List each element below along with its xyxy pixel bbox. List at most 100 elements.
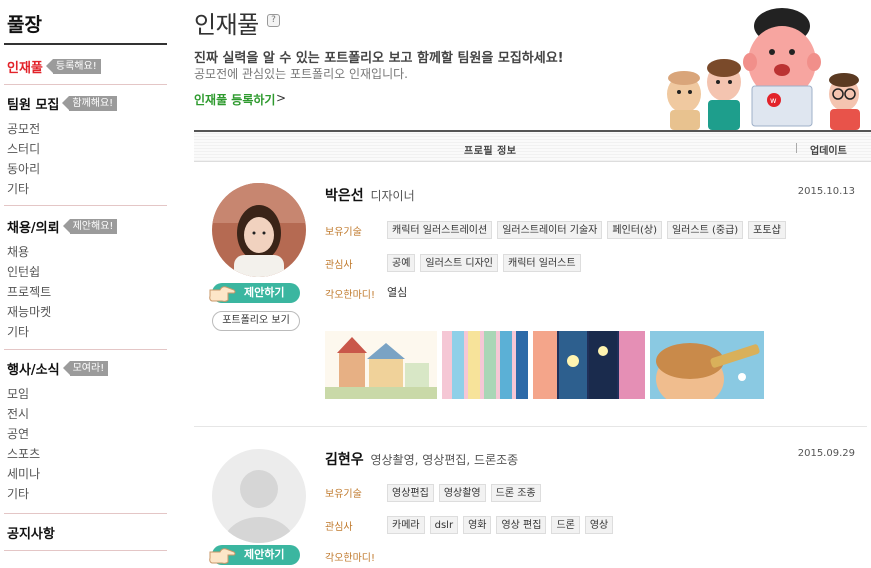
profile-role: 영상촬영, 영상편집, 드론조종 [370,453,519,467]
sidebar-section-label[interactable]: 팀원 모집 [7,94,59,113]
propose-button[interactable]: 제안하기 [209,283,300,303]
sidebar-divider [4,205,167,206]
profile-date: 2015.10.13 [797,186,855,197]
motto-label: 각오한마디! [325,553,376,564]
interest-tag: 영상 편집 [496,516,547,534]
sidebar-item[interactable]: 공모전 [7,119,117,139]
sidebar-featured-tag: 등록해요! [45,58,101,74]
sidebar-title: 풀장 [7,14,42,36]
sidebar-item[interactable]: 스포츠 [7,444,108,464]
register-talent-link[interactable]: 인재풀 등록하기 [194,91,275,108]
sidebar-item-notice[interactable]: 공지사항 [7,523,55,542]
sidebar-divider [4,550,167,551]
profile-role: 디자이너 [370,189,415,203]
profile-avatar [212,183,306,277]
portfolio-thumbnail[interactable] [650,331,764,399]
skills-tags: 캐릭터 일러스트레이션 일러스트레이터 기술자 페인터(상) 일러스트 (중급)… [387,221,786,239]
default-avatar-icon [212,449,306,543]
sidebar-item[interactable]: 모임 [7,384,108,404]
profile-name-row: 김현우 영상촬영, 영상편집, 드론조종 [325,449,518,469]
sidebar-item[interactable]: 기타 [7,179,117,199]
motto-text: 열심 [387,286,408,299]
page-title: 인재풀 [194,11,259,39]
propose-button-label: 제안하기 [244,548,285,561]
sidebar-item[interactable]: 채용 [7,242,117,262]
sidebar-item[interactable]: 기타 [7,322,117,342]
sidebar-section-tag: 함께해요! [62,95,118,111]
profile-card: 제안하기 김현우 영상촬영, 영상편집, 드론조종 2015.09.29 보유기… [194,427,871,568]
skill-tag: 영상편집 [387,484,434,502]
sidebar-item[interactable]: 세미나 [7,464,108,484]
sidebar-item[interactable]: 기타 [7,484,108,504]
skills-tags: 영상편집 영상촬영 드론 조종 [387,484,541,502]
sidebar-section-label[interactable]: 채용/의뢰 [7,217,60,236]
interests-tags: 카메라 dslr 영화 영상 편집 드론 영상 [387,516,614,534]
intro-headline: 진짜 실력을 알 수 있는 포트폴리오 보고 함께할 팀원을 모집하세요! [194,51,564,66]
profile-name-row: 박은선 디자이너 [325,185,415,205]
interest-tag: dslr [429,516,459,534]
skill-tag: 일러스트 (중급) [666,221,744,239]
sidebar-divider [4,349,167,350]
sidebar-section-label[interactable]: 행사/소식 [7,359,60,378]
interest-tag: 캐릭터 일러스트 [503,254,581,272]
register-arrow-icon: > [276,91,287,105]
intro-subtext: 공모전에 관심있는 포트폴리오 인재입니다. [194,67,408,81]
help-icon[interactable]: ? [267,14,280,27]
pointing-hand-icon [209,286,236,302]
interest-tag: 드론 [551,516,580,534]
column-updated[interactable]: 업데이트 [810,142,847,157]
sidebar-section-events: 행사/소식 모여라! 모임 전시 공연 스포츠 세미나 기타 [7,358,109,504]
interests-label: 관심사 [325,522,353,533]
sidebar: 풀장 인재풀 등록해요! 팀원 모집 함께해요! 공모전 스터디 동아리 기타 … [0,0,170,568]
sidebar-item[interactable]: 동아리 [7,159,117,179]
portfolio-thumbnail[interactable] [325,331,437,399]
list-header: 프로필 정보 업데이트 [194,130,871,162]
sidebar-item[interactable]: 공연 [7,424,108,444]
characters-illustration: w [667,8,860,130]
column-profile-info: 프로필 정보 [464,146,517,157]
sidebar-section-tag: 모여라! [62,360,109,376]
skill-tag: 포토샵 [748,221,786,239]
interest-tag: 영상 [584,516,614,534]
view-portfolio-button[interactable]: 포트폴리오 보기 [212,311,300,331]
column-divider [796,143,797,153]
sidebar-divider [4,84,167,85]
portfolio-thumbnail[interactable] [442,331,528,399]
propose-button[interactable]: 제안하기 [209,545,300,565]
interests-label: 관심사 [325,260,353,271]
sidebar-item[interactable]: 프로젝트 [7,282,117,302]
profile-card: 제안하기 포트폴리오 보기 박은선 디자이너 2015.10.13 보유기술 캐… [194,162,871,427]
sidebar-divider [4,513,167,514]
portfolio-thumbnails [325,331,764,399]
interest-tag: 영화 [463,516,492,534]
sidebar-item-talent-pool[interactable]: 인재풀 [7,57,43,76]
skill-tag: 페인터(상) [607,221,662,239]
portfolio-thumbnail[interactable] [533,331,645,399]
sidebar-item[interactable]: 재능마켓 [7,302,117,322]
sidebar-title-divider [4,43,167,45]
profile-name[interactable]: 김현우 [325,452,364,468]
propose-button-label: 제안하기 [244,286,285,299]
sidebar-item[interactable]: 스터디 [7,139,117,159]
main-content: 인재풀 ? 진짜 실력을 알 수 있는 포트폴리오 보고 함께할 팀원을 모집하… [194,0,871,568]
sidebar-section-team: 팀원 모집 함께해요! 공모전 스터디 동아리 기타 [7,93,118,199]
skill-tag: 캐릭터 일러스트레이션 [387,221,493,239]
interest-tag: 공예 [387,254,416,272]
sidebar-section-tag: 제안해요! [62,218,118,234]
sidebar-section-jobs: 채용/의뢰 제안해요! 채용 인턴쉽 프로젝트 재능마켓 기타 [7,216,118,342]
pointing-hand-icon [209,548,236,564]
skill-tag: 드론 조종 [490,484,541,502]
skill-tag: 일러스트레이터 기술자 [497,221,603,239]
skills-label: 보유기술 [325,489,362,500]
sidebar-item[interactable]: 인턴쉽 [7,262,117,282]
sidebar-featured[interactable]: 인재풀 등록해요! [7,56,101,76]
interest-tag: 일러스트 디자인 [420,254,498,272]
skills-label: 보유기술 [325,227,362,238]
sidebar-item[interactable]: 전시 [7,404,108,424]
interests-tags: 공예 일러스트 디자인 캐릭터 일러스트 [387,254,581,272]
profile-name[interactable]: 박은선 [325,188,364,204]
interest-tag: 카메라 [387,516,425,534]
motto-label: 각오한마디! [325,290,376,301]
profile-date: 2015.09.29 [797,448,855,459]
sidebar-notice: 공지사항 [7,522,55,542]
